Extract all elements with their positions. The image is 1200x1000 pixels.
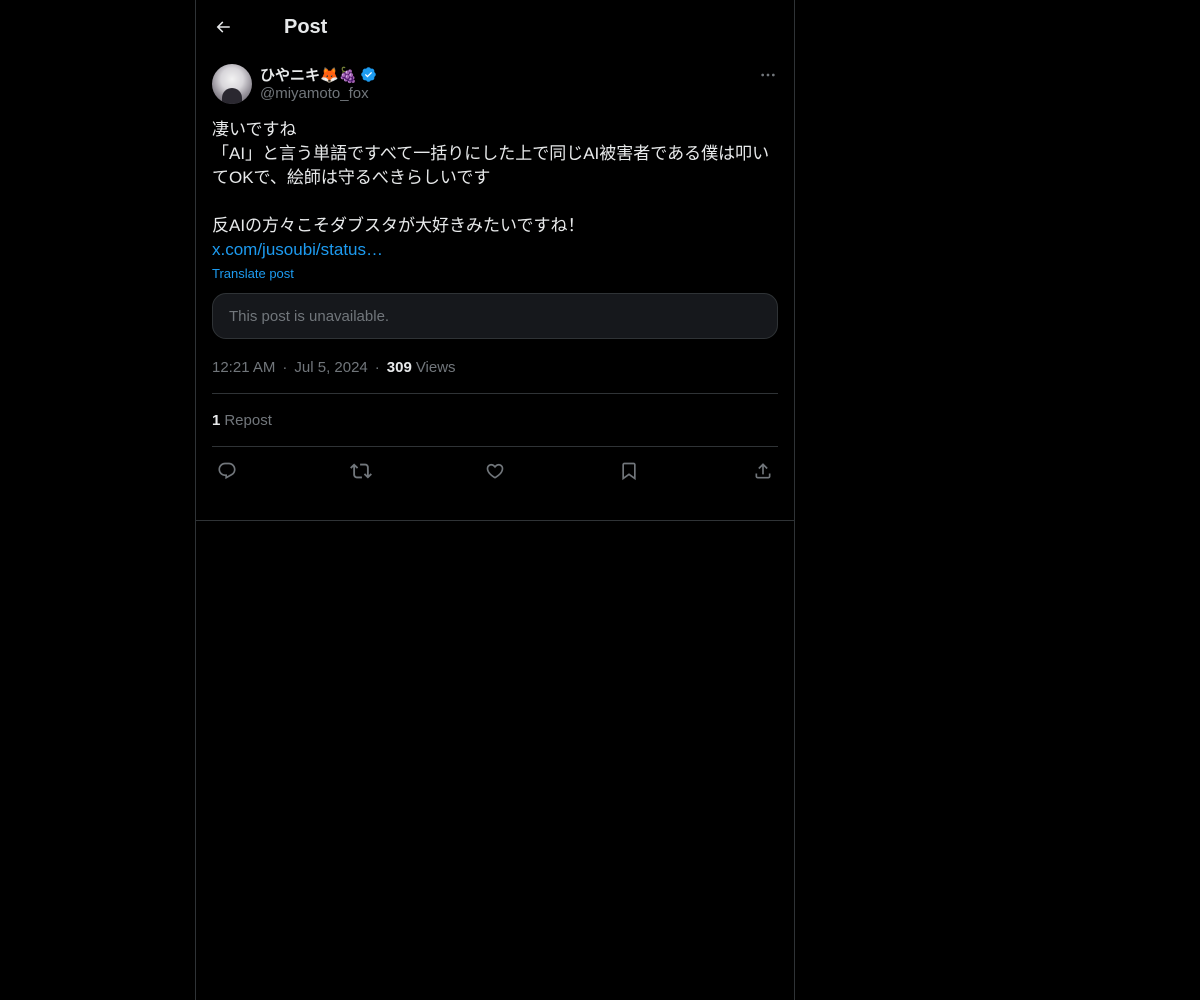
translate-post-link[interactable]: Translate post [212,266,778,281]
display-name[interactable]: ひやニキ🦊🍇 [260,64,357,85]
views-label: Views [415,358,456,376]
name-line: ひやニキ🦊🍇 [260,64,377,84]
post-text: 凄いですね 「AI」と言う単語ですべて一括りにした上で同じAI被害者である僕は叩… [212,120,770,235]
bookmark-icon [622,462,636,481]
post-date[interactable]: Jul 5, 2024 [294,359,367,376]
views-count: 309 [386,358,412,376]
more-options-button[interactable] [758,66,778,84]
reply-button[interactable] [216,460,238,482]
reply-icon [218,462,236,480]
repost-count[interactable]: 1 [212,412,220,429]
author-info: ひやニキ🦊🍇 @miyamoto_fox [260,64,377,102]
author-row: ひやニキ🦊🍇 @miyamoto_fox [212,64,778,104]
share-icon [755,463,771,479]
meta-separator: · [374,358,380,376]
page-title: Post [284,15,328,38]
repost-button[interactable] [350,460,372,482]
avatar[interactable] [212,64,252,104]
repost-icon [350,463,372,479]
back-button[interactable] [212,16,234,38]
handle[interactable]: @miyamoto_fox [260,85,377,102]
page-header: Post [196,0,794,54]
post-meta: 12:21 AM · Jul 5, 2024 · 309 Views [212,357,778,377]
quoted-unavailable-text: This post is unavailable. [229,307,390,325]
meta-separator: · [282,358,288,376]
bookmark-button[interactable] [618,460,640,482]
action-bar [212,447,778,495]
more-horizontal-icon [761,73,775,77]
post-detail-column: Post ひやニキ🦊🍇 @miyamoto_fox 凄いですね 「AI」と言う単… [195,0,795,1000]
arrow-left-icon [216,21,230,33]
post-bottom-divider [196,520,794,521]
like-button[interactable] [484,460,506,482]
post-link[interactable]: x.com/jusoubi/status… [212,238,778,262]
repost-label[interactable]: Repost [224,412,272,429]
verified-badge-icon [361,66,377,82]
post: ひやニキ🦊🍇 @miyamoto_fox 凄いですね 「AI」と言う単語ですべて… [196,64,794,495]
post-stats: 1 Repost [212,394,778,446]
heart-icon [486,463,504,479]
quoted-post-unavailable: This post is unavailable. [212,293,778,339]
post-time[interactable]: 12:21 AM [212,359,275,376]
share-button[interactable] [752,460,774,482]
